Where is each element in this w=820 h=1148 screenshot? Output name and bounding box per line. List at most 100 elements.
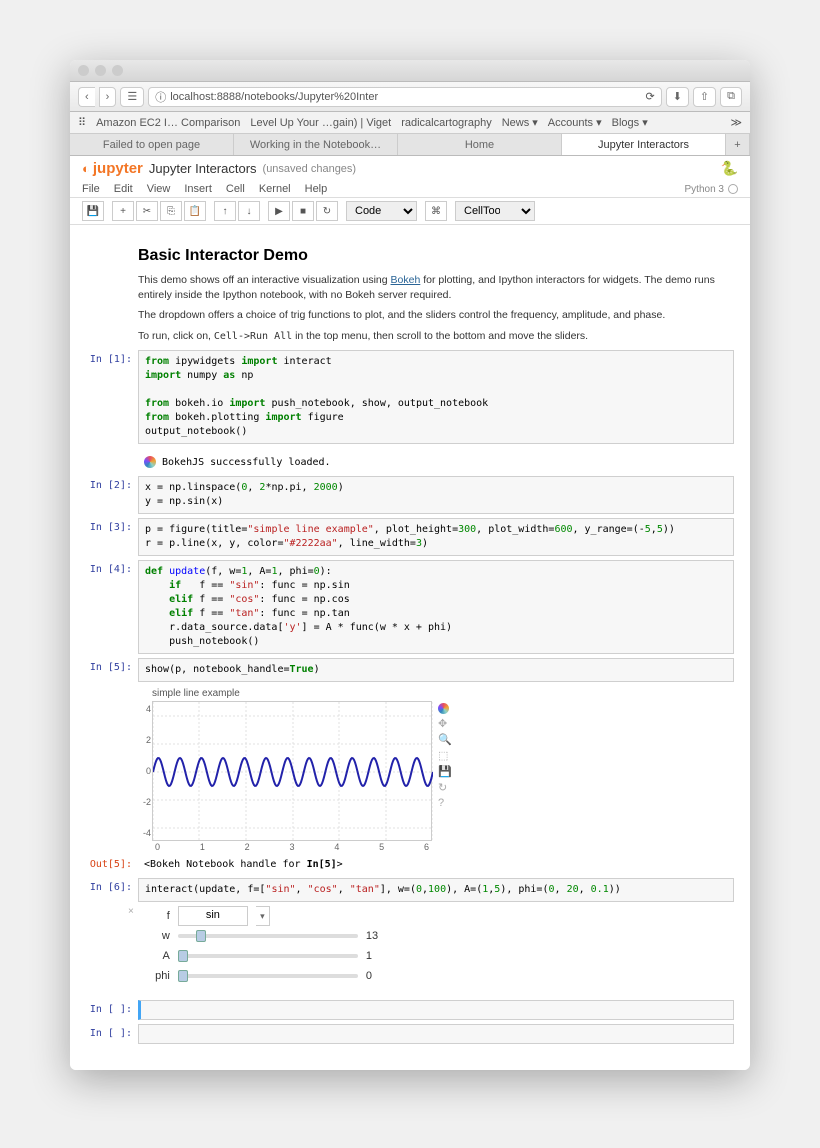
tab-working[interactable]: Working in the Notebook… (234, 134, 398, 155)
zoom-traffic[interactable] (112, 65, 123, 76)
zoom-icon[interactable]: 🔍 (438, 733, 452, 746)
code-input[interactable]: interact(update, f=["sin", "cos", "tan"]… (138, 878, 734, 902)
code-input[interactable]: from ipywidgets import interact import n… (138, 350, 734, 444)
apps-icon[interactable]: ⠿ (78, 116, 86, 129)
notebook-status: (unsaved changes) (263, 163, 357, 175)
cut-button[interactable]: ✂ (136, 201, 158, 221)
f-dropdown-icon[interactable]: ▾ (256, 906, 270, 926)
w-slider[interactable] (178, 934, 358, 938)
fav-item[interactable]: Amazon EC2 I… Comparison (96, 117, 240, 129)
fav-item[interactable]: radicalcartography (401, 117, 492, 129)
move-up-button[interactable]: ↑ (214, 201, 236, 221)
move-down-button[interactable]: ↓ (238, 201, 260, 221)
code-input[interactable]: p = figure(title="simple line example", … (138, 518, 734, 556)
code-input[interactable]: def update(f, w=1, A=1, phi=0): if f == … (138, 560, 734, 654)
menu-file[interactable]: File (82, 183, 100, 195)
run-button[interactable]: ▶ (268, 201, 290, 221)
widget-A: A 1 (140, 946, 378, 966)
widget-close-icon[interactable]: × (122, 906, 140, 986)
in-prompt: In [ ]: (86, 1000, 138, 1020)
minimize-traffic[interactable] (95, 65, 106, 76)
output-cell-1: BokehJS successfully loaded. (86, 448, 734, 472)
forward-button[interactable]: › (99, 87, 117, 107)
menu-help[interactable]: Help (305, 183, 328, 195)
bokeh-icon (144, 456, 156, 468)
code-cell-5[interactable]: In [5]: show(p, notebook_handle=True) (86, 658, 734, 682)
in-prompt: In [6]: (86, 878, 138, 902)
save-button[interactable]: 💾 (82, 201, 104, 221)
code-input[interactable]: x = np.linspace(0, 2*np.pi, 2000) y = np… (138, 476, 734, 514)
in-prompt: In [5]: (86, 658, 138, 682)
browser-toolbar: ‹› ☰ ⓘ localhost:8888/notebooks/Jupyter%… (70, 82, 750, 112)
url-bar[interactable]: ⓘ localhost:8888/notebooks/Jupyter%20Int… (148, 87, 661, 107)
fav-item[interactable]: Accounts ▾ (548, 116, 602, 129)
markdown-cell[interactable]: Basic Interactor Demo This demo shows of… (86, 247, 734, 344)
help-icon[interactable]: ? (438, 797, 452, 809)
code-cell-6[interactable]: In [6]: interact(update, f=["sin", "cos"… (86, 878, 734, 902)
menu-cell[interactable]: Cell (226, 183, 245, 195)
menu-kernel[interactable]: Kernel (259, 183, 291, 195)
code-cell-3[interactable]: In [3]: p = figure(title="simple line ex… (86, 518, 734, 556)
A-slider[interactable] (178, 954, 358, 958)
menu-edit[interactable]: Edit (114, 183, 133, 195)
browser-tabs: Failed to open page Working in the Noteb… (70, 134, 750, 156)
menu-insert[interactable]: Insert (184, 183, 212, 195)
menubar: File Edit View Insert Cell Kernel Help P… (70, 181, 750, 198)
command-palette-button[interactable]: ⌘ (425, 201, 447, 221)
restart-button[interactable]: ↻ (316, 201, 338, 221)
cell-type-select[interactable]: Code (346, 201, 417, 221)
demo-title: Basic Interactor Demo (138, 247, 734, 265)
notebook-title[interactable]: Jupyter Interactors (149, 161, 257, 176)
url-text: localhost:8888/notebooks/Jupyter%20Inter (170, 91, 378, 103)
code-input[interactable] (138, 1000, 734, 1020)
tab-jupyter[interactable]: Jupyter Interactors (562, 134, 726, 155)
bokeh-link[interactable]: Bokeh (391, 274, 421, 286)
fav-item[interactable]: Blogs ▾ (612, 116, 648, 129)
out-prompt: Out[5]: (86, 855, 138, 874)
output-cell-5: Out[5]: <Bokeh Notebook handle for In[5]… (86, 855, 734, 874)
add-cell-button[interactable]: + (112, 201, 134, 221)
kernel-status-icon (728, 184, 738, 194)
plot-output: simple line example 420-2-4 0123456 (138, 686, 734, 841)
phi-slider[interactable] (178, 974, 358, 978)
menu-view[interactable]: View (147, 183, 171, 195)
notebook-content: Basic Interactor Demo This demo shows of… (70, 225, 750, 1060)
fav-item[interactable]: Level Up Your …gain) | Viget (250, 117, 391, 129)
code-cell-4[interactable]: In [4]: def update(f, w=1, A=1, phi=0): … (86, 560, 734, 654)
code-cell-empty-2[interactable]: In [ ]: (86, 1024, 734, 1044)
code-input[interactable] (138, 1024, 734, 1044)
bokeh-plot[interactable]: 420-2-4 0123456 (152, 701, 432, 841)
stop-button[interactable]: ■ (292, 201, 314, 221)
tabs-button[interactable]: ⧉ (720, 87, 742, 107)
jupyter-logo[interactable]: ◐ jupyter (82, 160, 143, 177)
share-button[interactable]: ⇧ (693, 87, 716, 107)
copy-button[interactable]: ⎘ (160, 201, 182, 221)
sidebar-button[interactable]: ☰ (120, 87, 144, 107)
reload-icon[interactable]: ⟳ (645, 90, 654, 103)
new-tab-button[interactable]: + (726, 134, 750, 155)
code-input[interactable]: show(p, notebook_handle=True) (138, 658, 734, 682)
notebook-header: ◐ jupyter Jupyter Interactors (unsaved c… (70, 156, 750, 181)
bokeh-logo-icon[interactable] (438, 703, 449, 714)
save-icon[interactable]: 💾 (438, 765, 452, 778)
pan-icon[interactable]: ✥ (438, 717, 452, 730)
overflow-icon[interactable]: ≫ (730, 116, 742, 129)
tab-home[interactable]: Home (398, 134, 562, 155)
download-button[interactable]: ⬇ (666, 87, 689, 107)
code-cell-empty[interactable]: In [ ]: (86, 1000, 734, 1020)
y-axis: 420-2-4 (139, 702, 151, 840)
cell-toolbar-select[interactable]: CellToolbar (455, 201, 535, 221)
kernel-indicator: Python 3 (685, 184, 738, 195)
close-traffic[interactable] (78, 65, 89, 76)
plot-title: simple line example (138, 686, 734, 701)
notebook-toolbar: 💾 + ✂ ⎘ 📋 ↑ ↓ ▶ ■ ↻ Code ⌘ CellToolbar (70, 198, 750, 225)
back-button[interactable]: ‹ (78, 87, 95, 107)
tab-failed[interactable]: Failed to open page (70, 134, 234, 155)
reset-icon[interactable]: ↻ (438, 781, 452, 794)
fav-item[interactable]: News ▾ (502, 116, 538, 129)
f-select[interactable]: sin (178, 906, 248, 926)
box-zoom-icon[interactable]: ⬚ (438, 749, 452, 762)
paste-button[interactable]: 📋 (184, 201, 206, 221)
code-cell-2[interactable]: In [2]: x = np.linspace(0, 2*np.pi, 2000… (86, 476, 734, 514)
code-cell-1[interactable]: In [1]: from ipywidgets import interact … (86, 350, 734, 444)
